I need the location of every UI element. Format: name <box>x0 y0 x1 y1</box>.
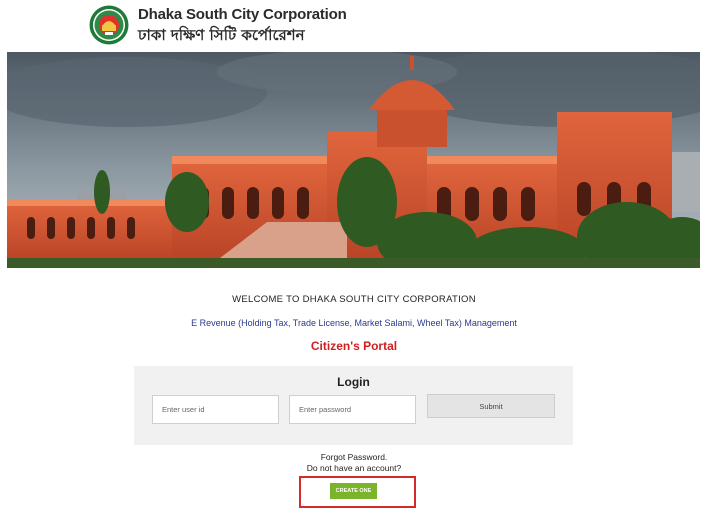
welcome-title: WELCOME TO DHAKA SOUTH CITY CORPORATION <box>232 294 476 305</box>
forgot-password-link[interactable]: Forgot Password. <box>0 452 708 462</box>
submit-button[interactable]: Submit <box>427 394 555 418</box>
login-panel: Login Submit <box>134 366 573 445</box>
no-account-text: Do not have an account? <box>306 463 402 473</box>
password-input[interactable] <box>289 395 416 424</box>
login-title: Login <box>337 375 370 389</box>
dscc-logo <box>89 5 129 45</box>
brand-name-english: Dhaka South City Corporation <box>138 6 347 23</box>
services-subtitle: E Revenue (Holding Tax, Trade License, M… <box>191 318 517 328</box>
banner-image <box>7 52 700 268</box>
create-account-button[interactable]: CREATE ONE <box>330 483 377 499</box>
portal-heading: Citizen's Portal <box>310 339 398 353</box>
brand-name-bangla: ঢাকা দক্ষিণ সিটি কর্পোরেশন <box>138 26 305 44</box>
user-id-input[interactable] <box>152 395 279 424</box>
site-header: Dhaka South City Corporation ঢাকা দক্ষিণ… <box>0 0 708 50</box>
